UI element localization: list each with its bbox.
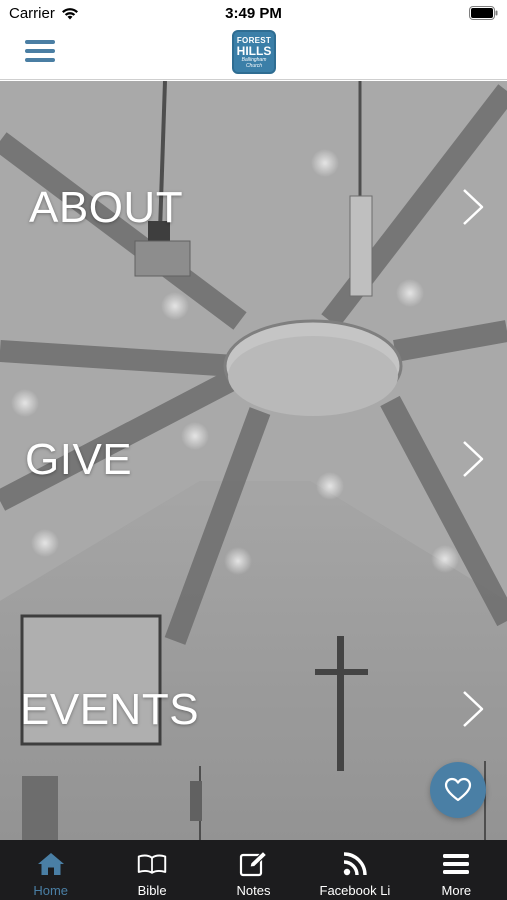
- chevron-right-icon: [463, 691, 484, 727]
- menu-bar-top: [25, 40, 55, 44]
- app-screen: Carrier 3:49 PM FOREST HILLS Ballingham …: [0, 0, 507, 900]
- status-time: 3:49 PM: [225, 5, 282, 22]
- menu-bar-middle: [25, 49, 55, 53]
- nav-item-give[interactable]: GIVE: [0, 421, 507, 501]
- chevron-right-icon: [463, 189, 484, 225]
- rss-icon: [340, 850, 370, 878]
- tab-label-home: Home: [33, 883, 69, 898]
- battery-icon: [469, 6, 498, 20]
- church-logo[interactable]: FOREST HILLS Ballingham Church: [232, 30, 276, 74]
- tab-label-facebook-live: Facebook Li: [319, 883, 391, 898]
- tab-label-more: More: [441, 883, 472, 898]
- logo-line-3: Ballingham Church: [241, 56, 267, 69]
- book-icon: [137, 850, 167, 878]
- nav-label-about: ABOUT: [29, 183, 184, 232]
- nav-label-events: EVENTS: [20, 685, 200, 734]
- tab-label-bible: Bible: [137, 883, 167, 898]
- tab-more[interactable]: More: [406, 840, 507, 900]
- status-bar: Carrier 3:49 PM: [0, 0, 507, 28]
- heart-icon: [444, 777, 472, 802]
- bottom-tab-bar: Home Bible Notes Facebook Li More: [0, 840, 507, 900]
- hamburger-icon: [441, 850, 471, 878]
- nav-item-events[interactable]: EVENTS: [0, 671, 507, 751]
- tab-bible[interactable]: Bible: [101, 840, 202, 900]
- home-icon: [36, 850, 66, 878]
- app-header: FOREST HILLS Ballingham Church: [0, 28, 507, 80]
- menu-bar-bottom: [25, 58, 55, 62]
- tab-facebook-live[interactable]: Facebook Li: [304, 840, 405, 900]
- edit-note-icon: [239, 850, 269, 878]
- tab-label-notes: Notes: [236, 883, 271, 898]
- chevron-right-icon: [463, 441, 484, 477]
- hero-background: ABOUT GIVE EVENTS: [0, 81, 507, 840]
- favorite-button[interactable]: [430, 762, 486, 818]
- menu-button[interactable]: [25, 40, 55, 66]
- tab-notes[interactable]: Notes: [203, 840, 304, 900]
- nav-item-about[interactable]: ABOUT: [0, 169, 507, 249]
- tab-home[interactable]: Home: [0, 840, 101, 900]
- nav-label-give: GIVE: [25, 435, 133, 484]
- logo-line-2: HILLS: [236, 43, 272, 58]
